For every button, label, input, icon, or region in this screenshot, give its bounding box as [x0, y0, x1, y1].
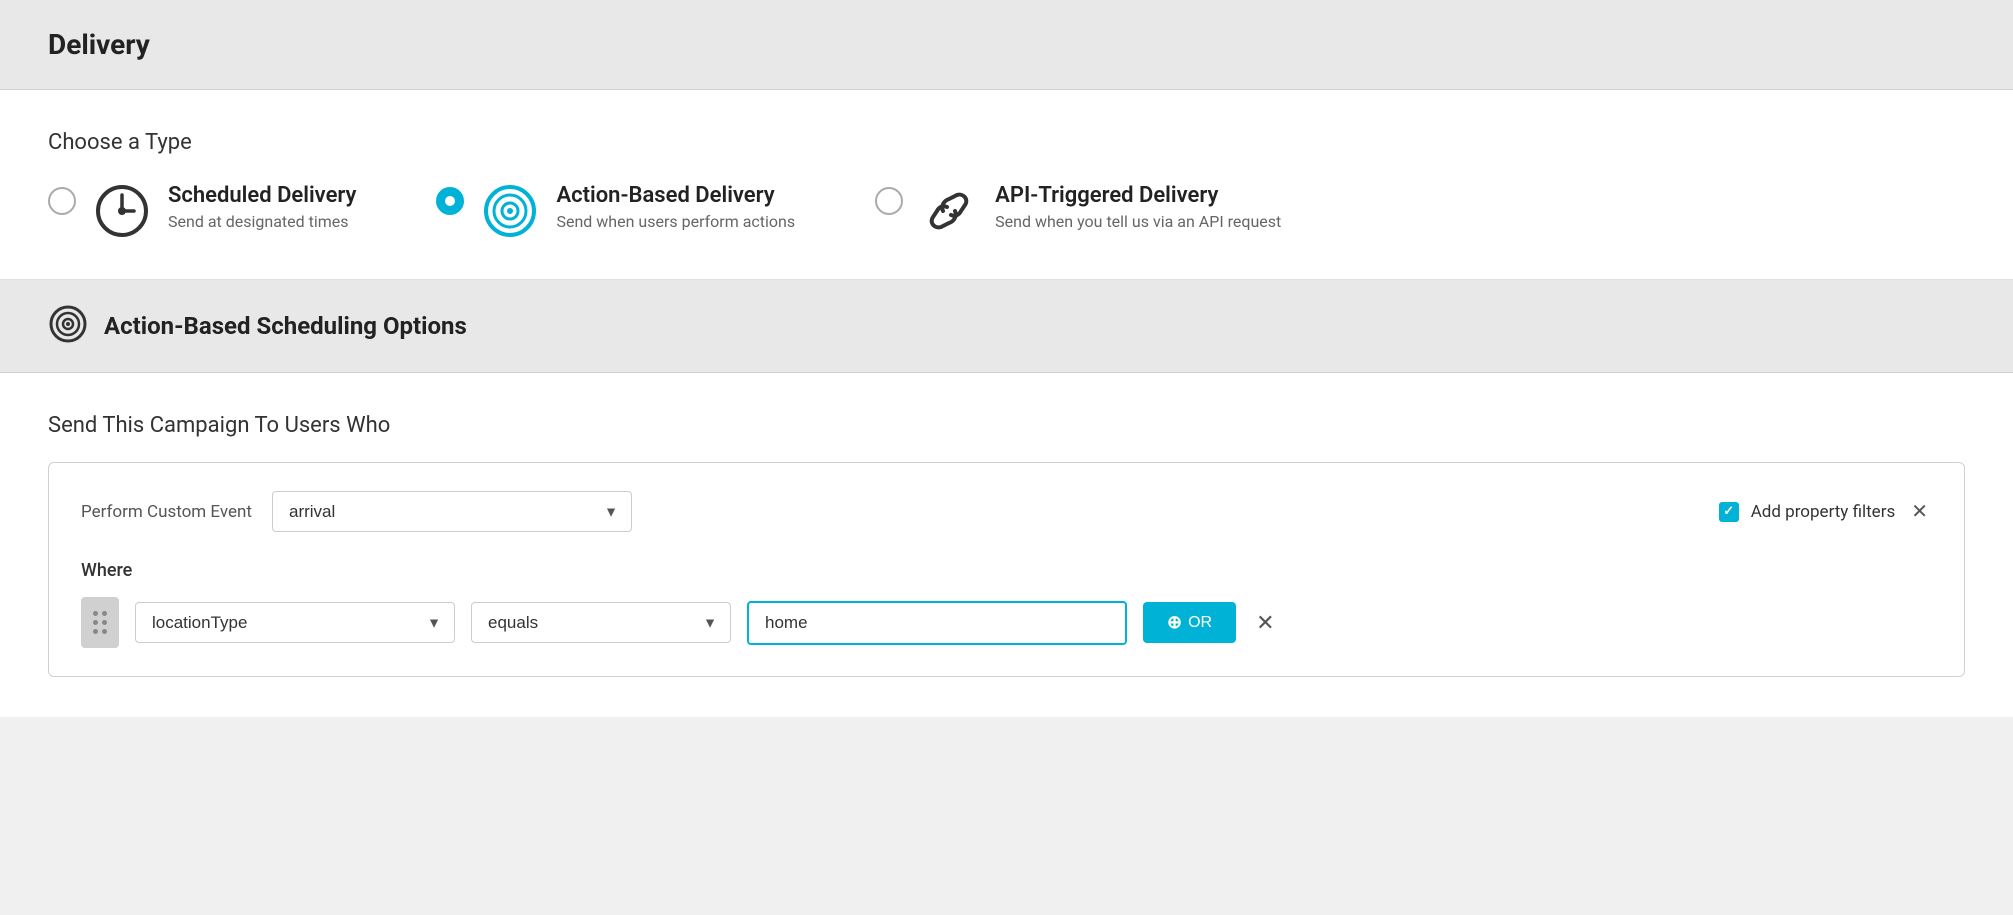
radio-inner-dot [445, 196, 455, 206]
drag-dot [93, 629, 98, 634]
page-wrapper: Delivery Choose a Type Scheduled Deli [0, 0, 2013, 717]
scheduled-title: Scheduled Delivery [168, 183, 356, 208]
filter-top-row: Perform Custom Event arrival ▼ ✓ Add pro… [81, 491, 1932, 532]
scheduling-header-title: Action-Based Scheduling Options [104, 312, 467, 340]
equals-select[interactable]: equals [471, 602, 731, 643]
link-icon [921, 183, 977, 239]
where-filter-row: locationType ▼ equals ▼ ⊕ OR [81, 597, 1932, 648]
delivery-option-scheduled[interactable]: Scheduled Delivery Send at designated ti… [48, 183, 356, 239]
scheduling-target-icon [48, 304, 88, 348]
page-title: Delivery [48, 28, 150, 61]
clock-icon [94, 183, 150, 239]
or-button-label: OR [1188, 614, 1212, 632]
location-type-select-wrapper: locationType ▼ [135, 602, 455, 643]
target-icon [482, 183, 538, 239]
perform-custom-event-label: Perform Custom Event [81, 502, 252, 522]
radio-scheduled[interactable] [48, 187, 76, 215]
drag-dot [93, 620, 98, 625]
action-based-subtitle: Send when users perform actions [556, 212, 795, 231]
campaign-section-title: Send This Campaign To Users Who [48, 413, 1965, 438]
event-select[interactable]: arrival [272, 491, 632, 532]
add-property-checkbox[interactable]: ✓ [1719, 502, 1739, 522]
radio-action-based[interactable] [436, 187, 464, 215]
drag-dot [93, 611, 98, 616]
filter-value-input[interactable] [747, 601, 1127, 645]
scheduling-options-header: Action-Based Scheduling Options [0, 280, 2013, 373]
filter-left: Perform Custom Event arrival ▼ [81, 491, 632, 532]
choose-type-section: Choose a Type Scheduled Delivery Send at [0, 90, 2013, 280]
add-property-label: Add property filters [1751, 502, 1896, 522]
scheduled-subtitle: Send at designated times [168, 212, 356, 231]
delivery-header: Delivery [0, 0, 2013, 90]
drag-dot-row-1 [93, 611, 107, 616]
delivery-options: Scheduled Delivery Send at designated ti… [48, 183, 1965, 239]
or-plus-icon: ⊕ [1167, 612, 1182, 633]
filter-row-close-button[interactable]: ✕ [1252, 610, 1278, 636]
drag-handle[interactable] [81, 597, 119, 648]
where-label: Where [81, 560, 1932, 581]
event-select-wrapper: arrival ▼ [272, 491, 632, 532]
action-based-text-block: Action-Based Delivery Send when users pe… [556, 183, 795, 231]
drag-dot-row-2 [93, 620, 107, 625]
campaign-section: Send This Campaign To Users Who Perform … [0, 373, 2013, 717]
delivery-option-api-triggered[interactable]: API-Triggered Delivery Send when you tel… [875, 183, 1281, 239]
filter-right: ✓ Add property filters ✕ [1719, 499, 1932, 524]
api-triggered-title: API-Triggered Delivery [995, 183, 1281, 208]
drag-dot [102, 620, 107, 625]
radio-api-triggered[interactable] [875, 187, 903, 215]
api-triggered-subtitle: Send when you tell us via an API request [995, 212, 1281, 231]
delivery-option-action-based[interactable]: Action-Based Delivery Send when users pe… [436, 183, 795, 239]
checkmark-icon: ✓ [1723, 504, 1734, 519]
choose-type-label: Choose a Type [48, 130, 1965, 155]
filter-card: Perform Custom Event arrival ▼ ✓ Add pro… [48, 462, 1965, 677]
equals-select-wrapper: equals ▼ [471, 602, 731, 643]
or-button[interactable]: ⊕ OR [1143, 602, 1236, 643]
action-based-title: Action-Based Delivery [556, 183, 795, 208]
scheduled-text-block: Scheduled Delivery Send at designated ti… [168, 183, 356, 231]
api-triggered-text-block: API-Triggered Delivery Send when you tel… [995, 183, 1281, 231]
drag-dot [102, 629, 107, 634]
drag-dot [102, 611, 107, 616]
add-property-close-button[interactable]: ✕ [1907, 499, 1932, 524]
location-type-select[interactable]: locationType [135, 602, 455, 643]
drag-dot-row-3 [93, 629, 107, 634]
